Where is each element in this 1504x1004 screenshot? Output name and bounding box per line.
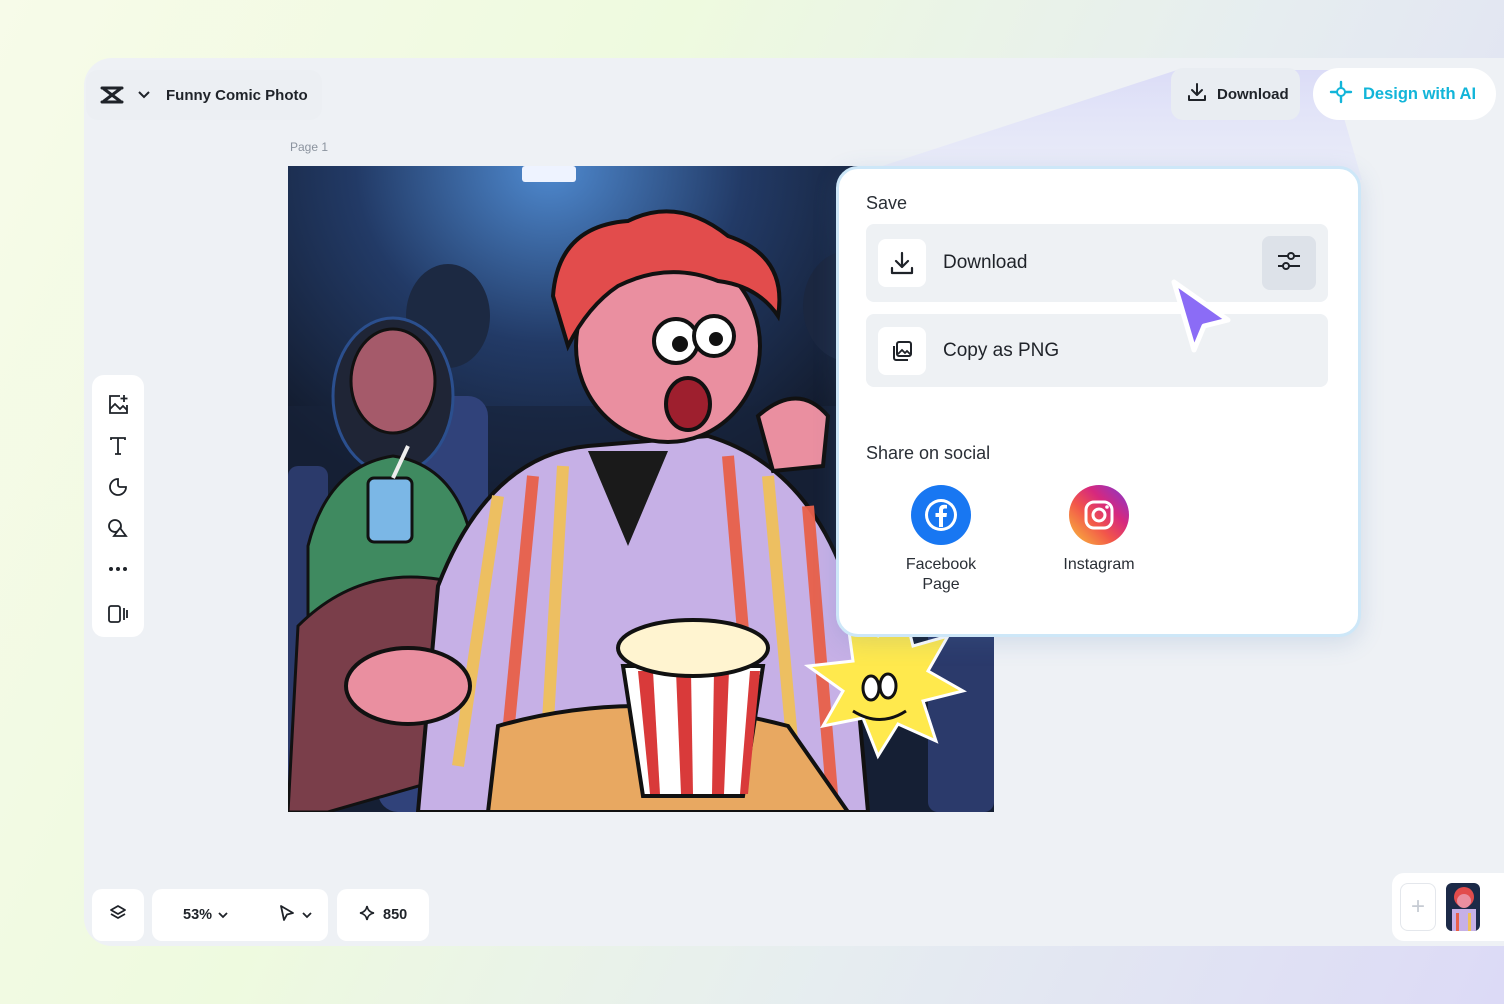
- design-with-ai-button[interactable]: Design with AI: [1313, 68, 1496, 120]
- layers-icon: [108, 903, 128, 928]
- add-image-icon[interactable]: [100, 387, 136, 423]
- add-page-button[interactable]: +: [1400, 883, 1436, 931]
- download-option-label: Download: [943, 252, 1028, 273]
- share-instagram[interactable]: Instagram: [1044, 485, 1154, 575]
- text-icon[interactable]: [100, 428, 136, 464]
- plus-icon: +: [1410, 893, 1425, 920]
- page-thumbnail[interactable]: [1446, 883, 1480, 931]
- project-title[interactable]: Funny Comic Photo: [166, 87, 308, 104]
- pointer-tool-icon[interactable]: [278, 904, 296, 926]
- download-settings-button[interactable]: [1262, 236, 1316, 290]
- shapes-icon[interactable]: [100, 510, 136, 546]
- sparkle-icon: [359, 905, 375, 925]
- copy-png-label: Copy as PNG: [943, 339, 1060, 361]
- chevron-down-icon[interactable]: [218, 907, 228, 923]
- download-label: Download: [1217, 85, 1289, 103]
- more-icon[interactable]: [100, 551, 136, 587]
- instagram-icon: [1069, 485, 1129, 545]
- instagram-label: Instagram: [1063, 556, 1135, 573]
- left-toolbar: [92, 375, 144, 637]
- zoom-controls: 53%: [152, 889, 328, 941]
- save-heading: Save: [866, 193, 908, 213]
- export-popup: Save Download Copy as PNG Share on socia…: [836, 166, 1361, 637]
- credits-button[interactable]: 850: [337, 889, 429, 941]
- facebook-label: Facebook Page: [905, 556, 977, 593]
- sliders-icon: [1276, 249, 1302, 278]
- facebook-icon: [911, 485, 971, 545]
- capcut-logo-icon: [100, 83, 124, 107]
- mouse-cursor-icon: [1168, 276, 1238, 361]
- download-icon: [878, 239, 926, 287]
- download-option[interactable]: Download: [866, 224, 1328, 302]
- page-thumbnails: +: [1392, 873, 1504, 941]
- page-label: Page 1: [290, 140, 329, 154]
- sticker-icon[interactable]: [100, 469, 136, 505]
- download-button[interactable]: Download: [1171, 68, 1300, 120]
- panel-toggle-icon[interactable]: [100, 596, 136, 632]
- share-heading: Share on social: [866, 443, 991, 463]
- chevron-down-icon[interactable]: [138, 89, 150, 101]
- copy-png-option[interactable]: Copy as PNG: [866, 314, 1328, 387]
- credits-count: 850: [383, 907, 408, 923]
- download-icon: [1187, 82, 1207, 106]
- share-facebook[interactable]: Facebook Page: [886, 485, 996, 595]
- project-header[interactable]: Funny Comic Photo: [86, 70, 322, 120]
- copy-image-icon: [878, 326, 926, 375]
- ai-sparkle-icon: [1329, 80, 1353, 109]
- chevron-down-icon[interactable]: [302, 907, 312, 923]
- layers-button[interactable]: [92, 889, 144, 941]
- design-ai-label: Design with AI: [1363, 84, 1477, 103]
- zoom-level[interactable]: 53%: [183, 907, 212, 923]
